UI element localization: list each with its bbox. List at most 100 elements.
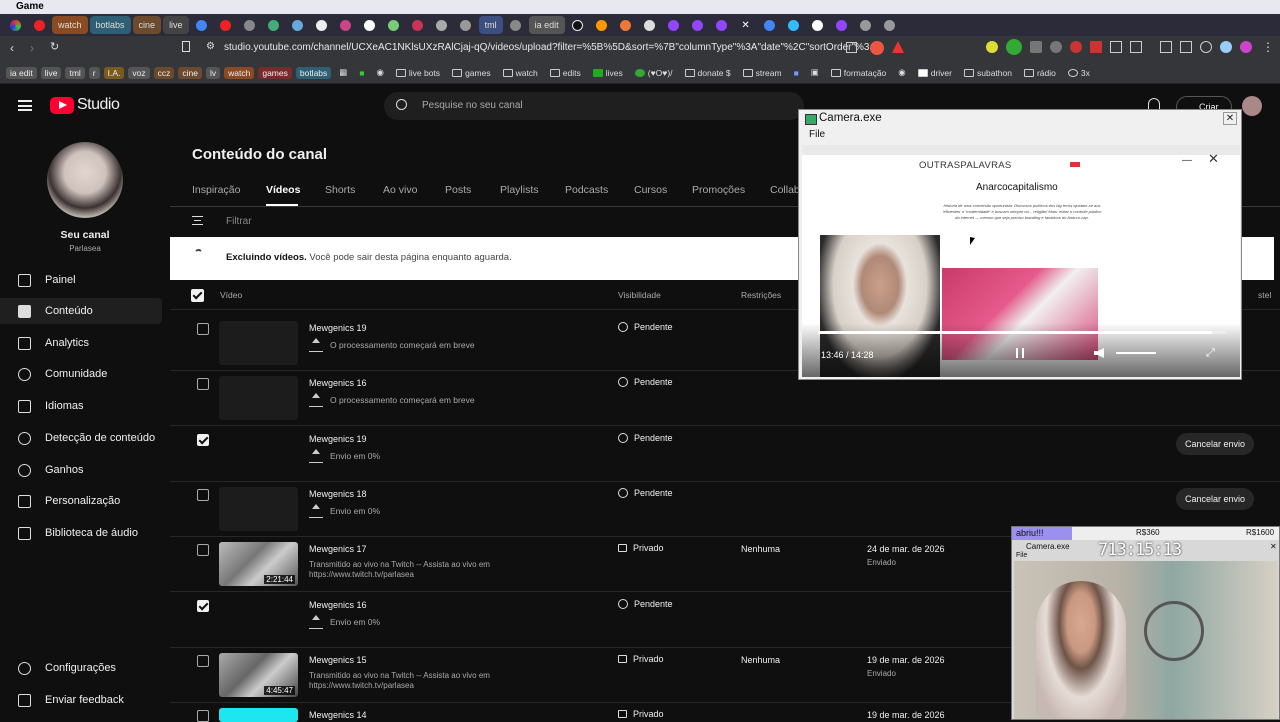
fullscreen-icon[interactable]: ⤢ xyxy=(1206,347,1215,360)
tab-icon[interactable] xyxy=(783,16,805,34)
bookmark-icon[interactable]: ■ xyxy=(355,67,368,79)
cancel-upload-button[interactable]: Cancelar envio xyxy=(1176,433,1254,455)
tab-inspiracao[interactable]: Inspiração xyxy=(192,184,240,196)
row-checkbox[interactable] xyxy=(197,489,209,501)
extension-icon[interactable] xyxy=(1006,39,1022,55)
sidebar-item-ganhos[interactable]: Ganhos xyxy=(0,457,162,483)
video-thumbnail[interactable] xyxy=(219,321,298,365)
tab-icon[interactable] xyxy=(807,16,829,34)
video-thumbnail[interactable]: 2:21:44 xyxy=(219,542,298,586)
tab-icon[interactable] xyxy=(591,16,613,34)
youtube-logo-icon[interactable] xyxy=(50,97,74,114)
twitch-tab-icon[interactable] xyxy=(663,16,685,34)
back-icon[interactable]: ‹ xyxy=(10,41,14,55)
bookmark-folder[interactable]: subathon xyxy=(960,67,1016,79)
filter-icon[interactable] xyxy=(192,216,203,225)
sidebar-item-feedback[interactable]: Enviar feedback xyxy=(0,687,162,713)
share-icon[interactable] xyxy=(846,42,857,53)
sidebar-item-conteudo[interactable]: Conteúdo xyxy=(0,298,162,324)
forward-icon[interactable]: › xyxy=(30,41,34,55)
channel-avatar[interactable] xyxy=(47,142,123,218)
video-title[interactable]: Mewgenics 18 xyxy=(309,489,367,499)
tab-tml[interactable]: tml xyxy=(478,16,503,34)
sidebar-item-comunidade[interactable]: Comunidade xyxy=(0,361,162,387)
bookmark-chip[interactable]: I.A. xyxy=(103,66,125,79)
tab-posts[interactable]: Posts xyxy=(445,184,471,196)
row-checkbox[interactable] xyxy=(197,655,209,667)
row-checkbox[interactable] xyxy=(197,544,209,556)
search-input[interactable]: Pesquise no seu canal xyxy=(422,100,523,111)
bookmark-icon[interactable]: ◉ xyxy=(372,66,387,79)
bookmark-chip[interactable]: voz xyxy=(128,66,150,79)
bookmark-chip[interactable]: cine xyxy=(178,66,202,79)
close-icon[interactable]: ✕ xyxy=(1223,112,1237,125)
reload-icon[interactable]: ↻ xyxy=(50,40,59,53)
extension-icon[interactable] xyxy=(986,41,998,53)
google-tab-icon[interactable] xyxy=(191,16,213,34)
extension-icon[interactable] xyxy=(1130,41,1142,53)
tab-icon[interactable] xyxy=(855,16,877,34)
sidebar-item-personalizacao[interactable]: Personalização xyxy=(0,488,162,514)
extension-icon[interactable] xyxy=(1220,41,1232,53)
bookmark-chip[interactable]: ia edit xyxy=(6,66,37,79)
video-title[interactable]: Mewgenics 16 xyxy=(309,600,367,610)
google-tab-icon[interactable] xyxy=(759,16,781,34)
tab-ia-edit[interactable]: ia edit xyxy=(528,16,565,34)
tiktok-tab-icon[interactable] xyxy=(567,16,589,34)
video-title[interactable]: Mewgenics 19 xyxy=(309,434,367,444)
extension-icon[interactable] xyxy=(1090,41,1102,53)
bookmark-folder[interactable]: 3x xyxy=(1064,67,1094,79)
tab-icon[interactable] xyxy=(455,16,477,34)
close-icon[interactable]: ✕ xyxy=(1208,151,1219,167)
bookmark-folder[interactable]: lives xyxy=(589,67,627,79)
select-all-checkbox[interactable] xyxy=(191,289,204,302)
bookmark-chip[interactable]: watch xyxy=(224,66,255,79)
column-visibility[interactable]: Visibilidade xyxy=(618,290,661,300)
sidebar-item-configuracoes[interactable]: Configurações xyxy=(0,655,162,681)
tab-watch[interactable]: watch xyxy=(52,16,88,34)
video-title[interactable]: Mewgenics 14 xyxy=(309,710,367,720)
tab-icon[interactable] xyxy=(407,16,429,34)
sidebar-item-biblioteca-audio[interactable]: Biblioteca de áudio xyxy=(0,520,162,546)
cancel-upload-button[interactable]: Cancelar envio xyxy=(1176,488,1254,510)
bookmark-icon[interactable] xyxy=(182,41,190,52)
video-thumbnail[interactable]: 4:45:47 xyxy=(219,653,298,697)
bookmark-folder[interactable]: rádio xyxy=(1020,67,1060,79)
extension-icon[interactable] xyxy=(1110,41,1122,53)
close-tab-icon[interactable]: ✕ xyxy=(735,16,757,34)
sidebar-item-analytics[interactable]: Analytics xyxy=(0,330,162,356)
bookmark-folder[interactable]: games xyxy=(448,67,495,79)
bookmark-icon[interactable]: ▣ xyxy=(807,66,823,79)
pause-icon[interactable] xyxy=(1016,348,1024,358)
bookmark-folder[interactable]: edits xyxy=(546,67,585,79)
tab-icon[interactable] xyxy=(359,16,381,34)
extension-icon[interactable] xyxy=(1070,41,1082,53)
bookmark-chip[interactable]: live xyxy=(40,66,62,79)
tab-icon[interactable] xyxy=(879,16,901,34)
column-restrictions[interactable]: Restrições xyxy=(741,290,781,300)
tab-cursos[interactable]: Cursos xyxy=(634,184,667,196)
hamburger-menu-icon[interactable] xyxy=(18,100,32,111)
filter-input[interactable]: Filtrar xyxy=(226,216,252,227)
extension-icon[interactable] xyxy=(1200,41,1212,53)
column-extra[interactable]: stel xyxy=(1258,290,1271,300)
row-checkbox[interactable] xyxy=(197,710,209,722)
visibility-cell[interactable]: Privado xyxy=(618,654,664,664)
tab-cine[interactable]: cine xyxy=(132,16,162,34)
video-thumbnail[interactable] xyxy=(219,487,298,531)
avatar[interactable] xyxy=(1242,96,1262,116)
visibility-cell[interactable]: Pendente xyxy=(618,322,673,332)
visibility-cell[interactable]: Privado xyxy=(618,543,664,553)
bookmark-folder[interactable]: formatação xyxy=(827,67,891,79)
bookmark-chip[interactable]: tml xyxy=(65,66,85,79)
bookmark-folder[interactable]: live bots xyxy=(392,67,444,79)
video-title[interactable]: Mewgenics 15 xyxy=(309,655,367,665)
table-row[interactable]: Mewgenics 19 Envio em 0% Pendente Cancel… xyxy=(170,427,1280,482)
tab-podcasts[interactable]: Podcasts xyxy=(565,184,608,196)
twitch-tab-icon[interactable] xyxy=(831,16,853,34)
bookmark-folder[interactable]: stream xyxy=(739,67,786,79)
tab-favicon[interactable] xyxy=(28,16,50,34)
profile-icon[interactable] xyxy=(1240,41,1252,53)
tab-promocoes[interactable]: Promoções xyxy=(692,184,745,196)
menu-icon[interactable]: ⋮ xyxy=(1262,40,1274,54)
